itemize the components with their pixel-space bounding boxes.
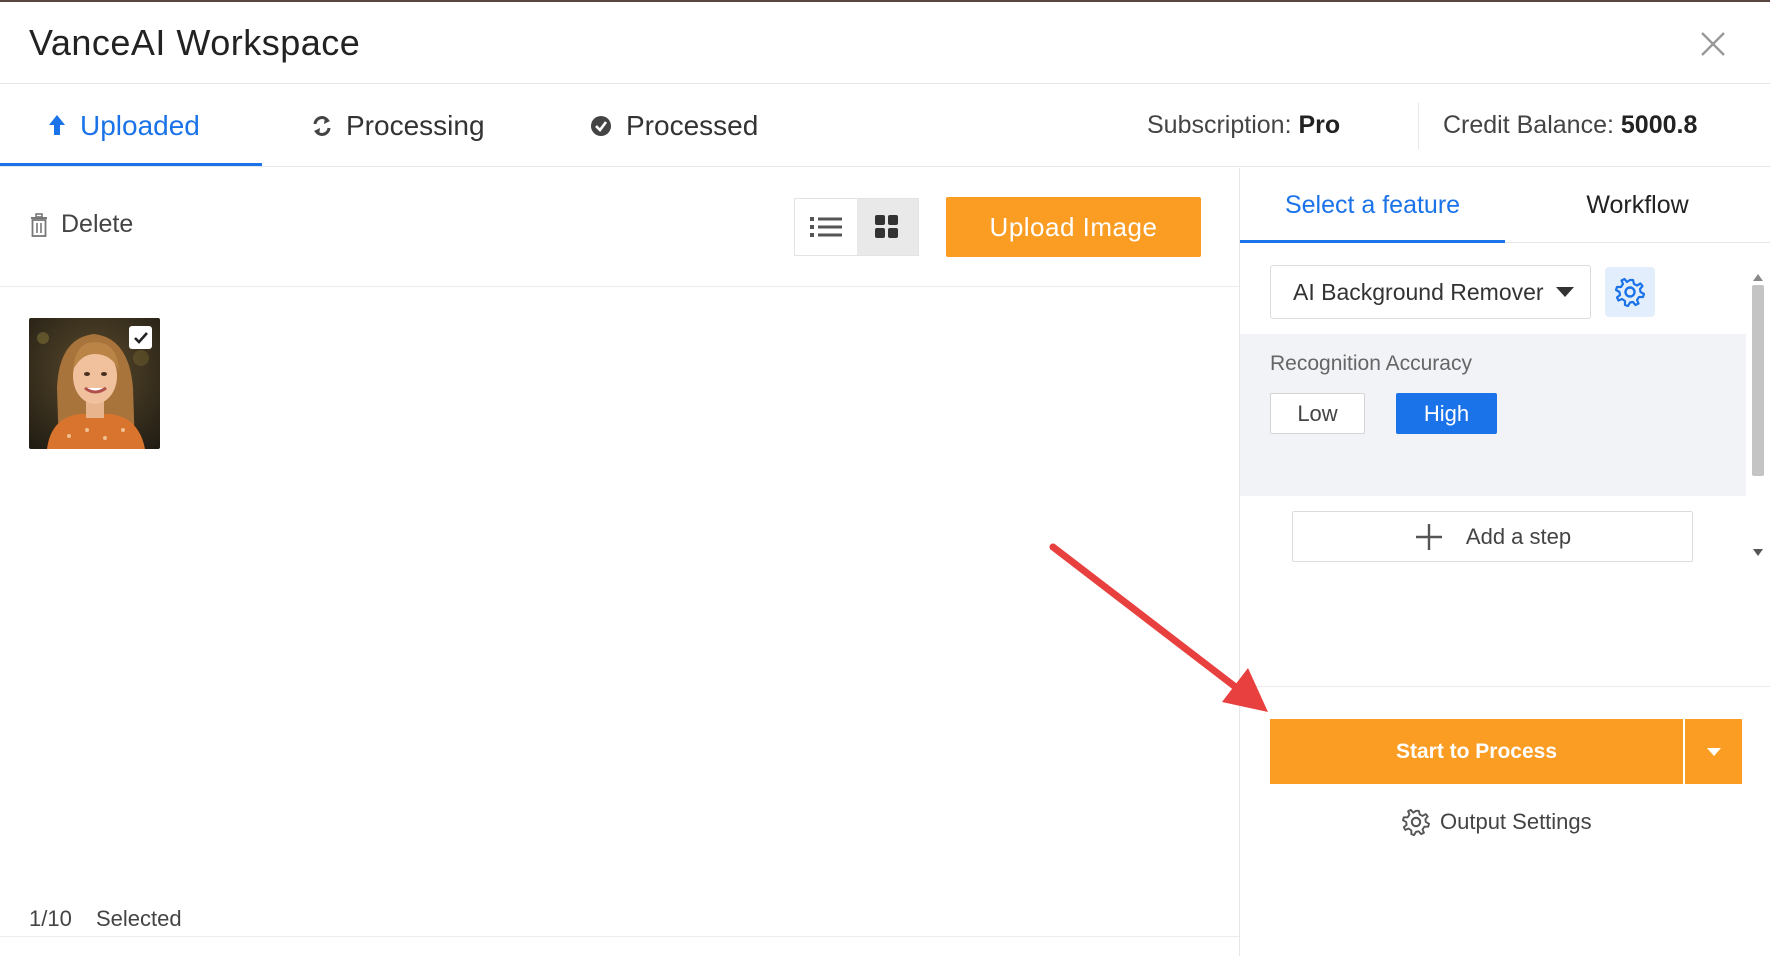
accuracy-high-button[interactable]: High <box>1396 393 1497 434</box>
accuracy-low-button[interactable]: Low <box>1270 393 1365 434</box>
view-toggle <box>794 198 919 256</box>
selection-status: 1/10 Selected <box>29 906 182 932</box>
scroll-up-arrow-icon[interactable] <box>1753 274 1763 281</box>
credit-balance: Credit Balance: 5000.8 <box>1443 111 1697 140</box>
credit-value: 5000.8 <box>1620 111 1698 139</box>
workspace-header: VanceAI Workspace <box>0 2 1770 84</box>
gear-icon <box>1615 277 1645 307</box>
tab-label: Processed <box>626 110 759 141</box>
header-divider <box>1418 103 1419 149</box>
scroll-thumb[interactable] <box>1752 285 1764 476</box>
accuracy-panel: Recognition Accuracy Low High <box>1240 334 1746 496</box>
image-toolbar: Delete Upload Image <box>0 168 1239 287</box>
subscription-info: Subscription: Pro <box>1147 111 1340 140</box>
active-tab-underline <box>0 163 262 166</box>
tab-select-feature[interactable]: Select a feature <box>1240 168 1505 243</box>
delete-label: Delete <box>61 210 134 238</box>
upload-arrow-icon <box>49 115 65 135</box>
tab-uploaded[interactable]: Uploaded <box>48 85 200 167</box>
tab-label: Processing <box>346 110 485 141</box>
thumbnail-checkbox[interactable] <box>129 326 152 349</box>
status-tabs: Uploaded Processing Processed Subscripti… <box>0 85 1770 167</box>
footer-divider <box>0 936 1239 937</box>
plus-icon <box>1415 523 1442 550</box>
list-icon <box>809 217 842 237</box>
grid-view-button[interactable] <box>856 199 918 255</box>
scroll-down-arrow-icon[interactable] <box>1753 549 1763 556</box>
add-step-button[interactable]: Add a step <box>1292 511 1693 562</box>
panel-divider <box>1240 686 1770 687</box>
active-tab-underline <box>1240 240 1505 243</box>
output-settings-label: Output Settings <box>1440 809 1592 834</box>
feature-settings-button[interactable] <box>1605 267 1655 317</box>
feature-dropdown[interactable]: AI Background Remover <box>1270 265 1591 319</box>
selection-label: Selected <box>95 906 182 931</box>
process-options-dropdown[interactable] <box>1685 719 1742 784</box>
close-icon[interactable] <box>1698 29 1728 59</box>
list-view-button[interactable] <box>795 199 857 255</box>
tab-processed[interactable]: Processed <box>590 85 758 167</box>
chevron-down-icon <box>1556 287 1574 297</box>
subscription-label: Subscription: <box>1147 111 1292 139</box>
grid-icon <box>875 215 899 238</box>
check-circle-icon <box>591 116 611 136</box>
feature-panel: Select a feature Workflow AI Background … <box>1239 168 1770 956</box>
feature-dropdown-value: AI Background Remover <box>1293 278 1544 305</box>
accuracy-label: Recognition Accuracy <box>1270 352 1472 375</box>
credit-label: Credit Balance: <box>1443 111 1614 139</box>
add-step-label: Add a step <box>1465 523 1572 549</box>
tab-label: Uploaded <box>80 110 200 141</box>
image-thumbnail[interactable] <box>29 318 160 449</box>
trash-icon <box>31 212 47 237</box>
caret-down-icon <box>1706 747 1721 756</box>
tab-workflow[interactable]: Workflow <box>1505 168 1770 243</box>
image-area: Delete Upload Image 1/10 Selected <box>0 168 1239 956</box>
page-title: VanceAI Workspace <box>29 22 361 63</box>
delete-button[interactable]: Delete <box>29 210 133 239</box>
output-settings-link[interactable]: Output Settings <box>1402 808 1592 836</box>
refresh-icon <box>313 116 331 136</box>
gear-icon <box>1402 808 1430 836</box>
subscription-value: Pro <box>1298 111 1341 139</box>
start-to-process-button[interactable]: Start to Process <box>1270 719 1683 784</box>
tab-processing[interactable]: Processing <box>312 85 485 167</box>
checkmark-icon <box>133 331 148 344</box>
panel-scrollbar[interactable] <box>1746 265 1770 565</box>
feature-tabs: Select a feature Workflow <box>1240 168 1770 243</box>
upload-image-button[interactable]: Upload Image <box>946 197 1201 257</box>
selection-count: 1/10 <box>29 906 72 931</box>
